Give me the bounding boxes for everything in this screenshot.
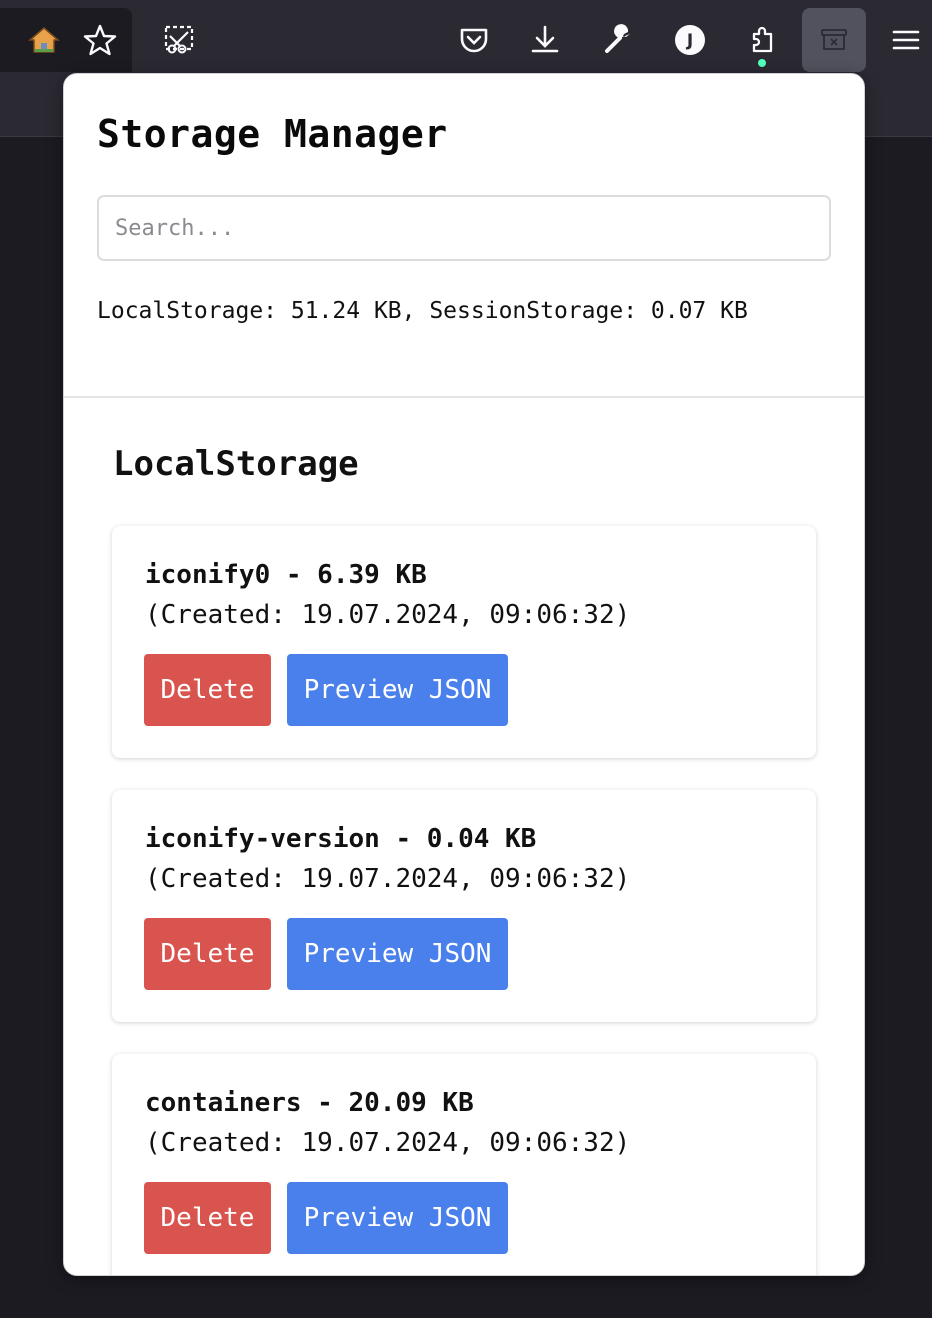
storage-item-created: (Created: 19.07.2024, 09:06:32) — [145, 864, 631, 894]
profile-icon[interactable]: J — [662, 12, 718, 68]
extension-status-dot — [758, 59, 766, 67]
storage-item-created: (Created: 19.07.2024, 09:06:32) — [145, 600, 631, 630]
delete-button[interactable]: Delete — [144, 1182, 271, 1254]
menu-icon[interactable] — [878, 12, 932, 68]
browser-toolbar: J — [0, 0, 932, 72]
delete-button[interactable]: Delete — [144, 654, 271, 726]
download-icon[interactable] — [517, 12, 573, 68]
preview-json-button[interactable]: Preview JSON — [287, 918, 508, 990]
storage-item-card: iconify0 - 6.39 KB (Created: 19.07.2024,… — [112, 526, 816, 758]
delete-button[interactable]: Delete — [144, 918, 271, 990]
popup-header: Storage Manager LocalStorage: 51.24 KB, … — [64, 74, 864, 398]
pocket-icon[interactable] — [446, 12, 502, 68]
storage-manager-popup: Storage Manager LocalStorage: 51.24 KB, … — [63, 73, 865, 1276]
star-icon[interactable] — [72, 12, 128, 68]
screenshot-icon[interactable] — [151, 12, 207, 68]
storage-item-name: iconify0 - 6.39 KB — [145, 560, 427, 590]
preview-json-button[interactable]: Preview JSON — [287, 654, 508, 726]
preview-json-button[interactable]: Preview JSON — [287, 1182, 508, 1254]
storage-manager-extension-icon[interactable] — [802, 8, 866, 72]
section-title-localstorage: LocalStorage — [113, 444, 359, 484]
wrench-icon[interactable] — [590, 12, 646, 68]
storage-item-card: iconify-version - 0.04 KB (Created: 19.0… — [112, 790, 816, 1022]
svg-text:J: J — [686, 31, 693, 51]
storage-item-card: containers - 20.09 KB (Created: 19.07.20… — [112, 1054, 816, 1275]
storage-item-created: (Created: 19.07.2024, 09:06:32) — [145, 1128, 631, 1158]
storage-item-name: containers - 20.09 KB — [145, 1088, 474, 1118]
search-input[interactable] — [97, 195, 831, 261]
home-icon[interactable] — [16, 12, 72, 68]
storage-item-name: iconify-version - 0.04 KB — [145, 824, 537, 854]
storage-summary: LocalStorage: 51.24 KB, SessionStorage: … — [97, 298, 748, 324]
page-title: Storage Manager — [97, 112, 448, 156]
